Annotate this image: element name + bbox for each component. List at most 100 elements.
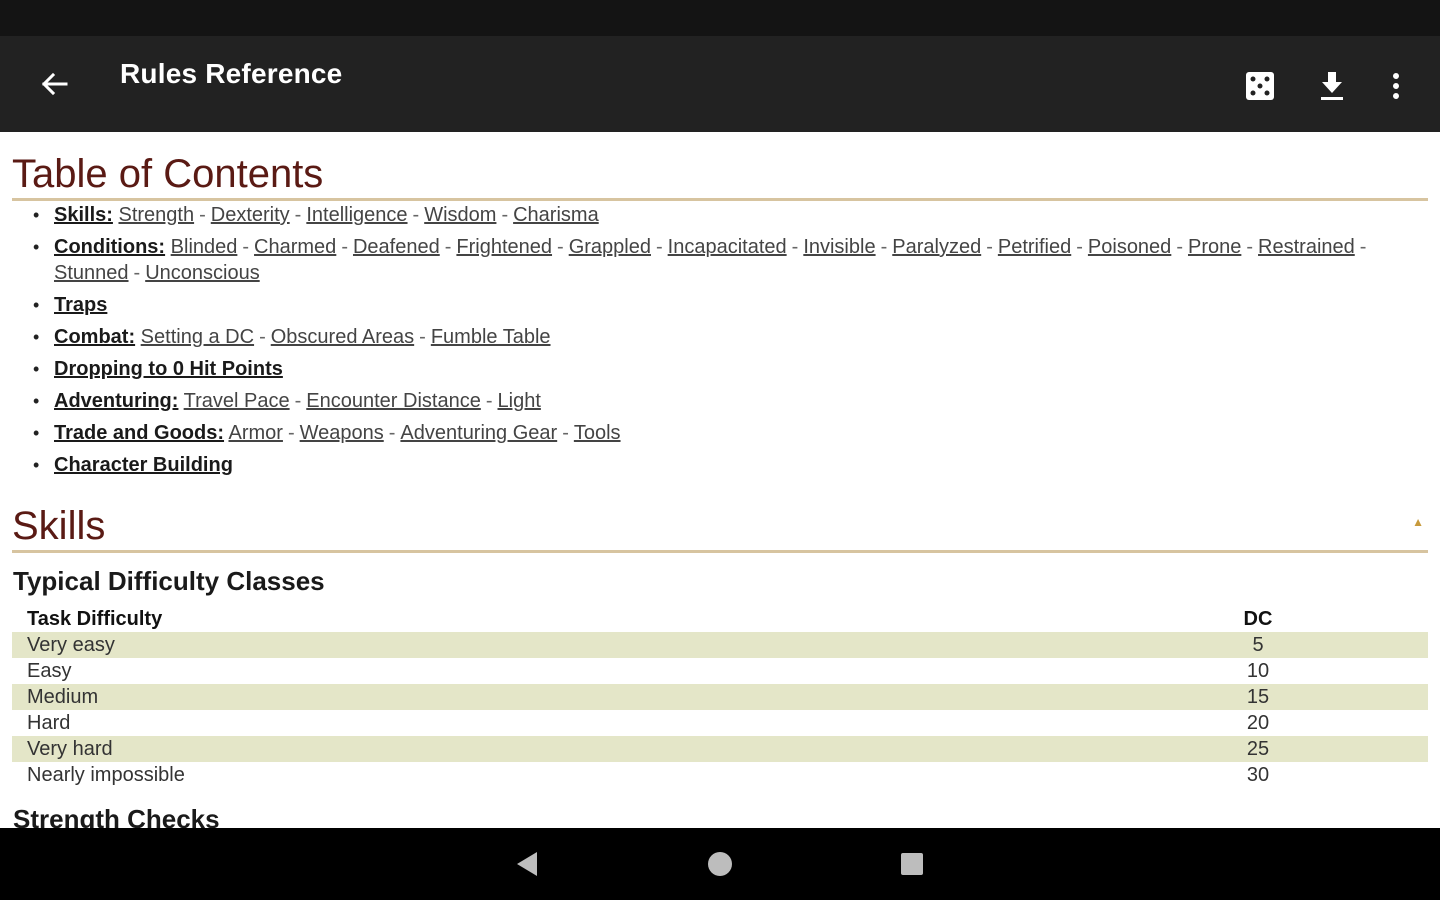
task-difficulty-cell: Very easy <box>12 632 1228 658</box>
toc-link[interactable]: Travel Pace <box>184 390 290 412</box>
toc-section-link[interactable]: Conditions: <box>54 236 165 258</box>
toc-separator: - <box>412 204 420 226</box>
toc-section-link[interactable]: Dropping to 0 Hit Points <box>54 358 283 380</box>
toc-link[interactable]: Dexterity <box>211 204 290 226</box>
toc-separator: - <box>444 236 452 258</box>
dc-value-cell: 30 <box>1246 763 1270 786</box>
toc-link[interactable]: Encounter Distance <box>306 390 481 412</box>
toc-item: Traps <box>0 292 1440 318</box>
toc-separator: - <box>294 204 302 226</box>
toc-separator: - <box>791 236 799 258</box>
toc-link[interactable]: Obscured Areas <box>271 326 414 348</box>
download-icon <box>1321 72 1343 100</box>
toc-item: Combat: Setting a DC-Obscured Areas-Fumb… <box>0 324 1440 350</box>
toc-separator: - <box>655 236 663 258</box>
task-difficulty-cell: Nearly impossible <box>27 763 185 786</box>
toc-link[interactable]: Intelligence <box>306 204 407 226</box>
toc-link[interactable]: Prone <box>1188 236 1241 258</box>
toc-link[interactable]: Restrained <box>1258 236 1355 258</box>
toc-link[interactable]: Wisdom <box>424 204 496 226</box>
toc-section-link[interactable]: Adventuring: <box>54 390 178 412</box>
dc-value-cell: 25 <box>1228 736 1288 762</box>
toc-separator: - <box>880 236 888 258</box>
toc-link[interactable]: Light <box>498 390 541 412</box>
table-row: Very hard 25 <box>12 736 1428 762</box>
dc-value-cell: 15 <box>1228 684 1288 710</box>
toc-separator: - <box>557 236 564 258</box>
task-difficulty-cell: Very hard <box>12 736 1228 762</box>
table-header-row: Task Difficulty DC <box>12 606 1428 632</box>
row-spacer-cell <box>1288 684 1428 710</box>
toc-section-link[interactable]: Skills: <box>54 204 113 226</box>
table-row: Very easy 5 <box>12 632 1428 658</box>
toc-separator: - <box>1246 236 1254 258</box>
back-triangle-icon <box>517 852 537 876</box>
skills-title-text: Skills <box>12 504 106 548</box>
toc-link[interactable]: Poisoned <box>1088 236 1171 258</box>
system-nav-bar <box>0 828 1440 900</box>
nav-recents-button[interactable] <box>894 846 930 882</box>
nav-home-button[interactable] <box>702 846 738 882</box>
toc-link[interactable]: Frightened <box>456 236 552 258</box>
toc-link[interactable]: Blinded <box>171 236 238 258</box>
toc-link[interactable]: Charisma <box>513 204 599 226</box>
app-bar: Rules Reference <box>0 36 1440 132</box>
toc-item: Trade and Goods: Armor-Weapons-Adventuri… <box>0 420 1440 446</box>
toc-separator: - <box>133 262 141 284</box>
toc-link[interactable]: Charmed <box>254 236 336 258</box>
toc-section-link[interactable]: Trade and Goods: <box>54 422 224 444</box>
status-bar <box>0 0 1440 36</box>
toc-separator: - <box>242 236 250 258</box>
toc-item: Character Building <box>0 452 1440 478</box>
table-row: Easy 10 <box>12 658 1428 684</box>
page-title: Rules Reference <box>120 58 343 89</box>
toc-link[interactable]: Weapons <box>300 422 384 444</box>
row-spacer-cell <box>1288 632 1428 658</box>
row-spacer-cell <box>1288 658 1428 684</box>
toc-separator: - <box>341 236 348 258</box>
back-button[interactable] <box>30 64 78 104</box>
table-row: Hard 20 <box>12 710 1428 736</box>
download-button[interactable] <box>1312 66 1352 106</box>
toc-link[interactable]: Armor <box>228 422 282 444</box>
toc-separator: - <box>1359 236 1367 258</box>
back-to-top-icon[interactable]: ▲ <box>1412 500 1424 544</box>
toc-separator: - <box>1176 236 1183 258</box>
toc-section-link[interactable]: Traps <box>54 294 107 316</box>
toc-separator: - <box>501 204 509 226</box>
nav-back-button[interactable] <box>510 846 546 882</box>
toc-link[interactable]: Grappled <box>569 236 651 258</box>
task-difficulty-cell: Hard <box>27 711 71 734</box>
toc-link[interactable]: Stunned <box>54 262 129 284</box>
toc-link[interactable]: Fumble Table <box>431 326 551 348</box>
header-dc: DC <box>1243 607 1273 630</box>
toc-link[interactable]: Unconscious <box>145 262 260 284</box>
toc-item: Skills: Strength-Dexterity-Intelligence-… <box>0 202 1440 228</box>
toc-item: Dropping to 0 Hit Points <box>0 356 1440 382</box>
table-row: Nearly impossible 30 <box>12 762 1428 788</box>
toc-link[interactable]: Incapacitated <box>668 236 787 258</box>
strength-checks-heading: Strength Checks <box>13 804 220 828</box>
toc-separator: - <box>287 422 295 444</box>
toc-separator: - <box>388 422 396 444</box>
toc-section-link[interactable]: Character Building <box>54 454 233 476</box>
table-row: Medium 15 <box>12 684 1428 710</box>
rules-content[interactable]: Table of Contents Skills: Strength-Dexte… <box>0 132 1440 828</box>
more-options-button[interactable] <box>1376 66 1416 106</box>
toc-link[interactable]: Invisible <box>803 236 875 258</box>
toc-title: Table of Contents <box>12 152 1428 201</box>
toc-link[interactable]: Adventuring Gear <box>400 422 557 444</box>
toc-link[interactable]: Tools <box>574 422 621 444</box>
toc-separator: - <box>199 204 206 226</box>
toc-link[interactable]: Petrified <box>998 236 1071 258</box>
row-spacer-cell <box>1288 762 1428 788</box>
toc-section-link[interactable]: Combat: <box>54 326 135 348</box>
toc-link[interactable]: Paralyzed <box>892 236 981 258</box>
toc-link[interactable]: Deafened <box>353 236 440 258</box>
toc-link[interactable]: Strength <box>118 204 194 226</box>
toc-separator: - <box>562 422 569 444</box>
toc-link[interactable]: Setting a DC <box>141 326 254 348</box>
dc-table-title: Typical Difficulty Classes <box>13 566 325 596</box>
dice-roller-button[interactable] <box>1240 66 1280 106</box>
home-circle-icon <box>708 852 732 876</box>
